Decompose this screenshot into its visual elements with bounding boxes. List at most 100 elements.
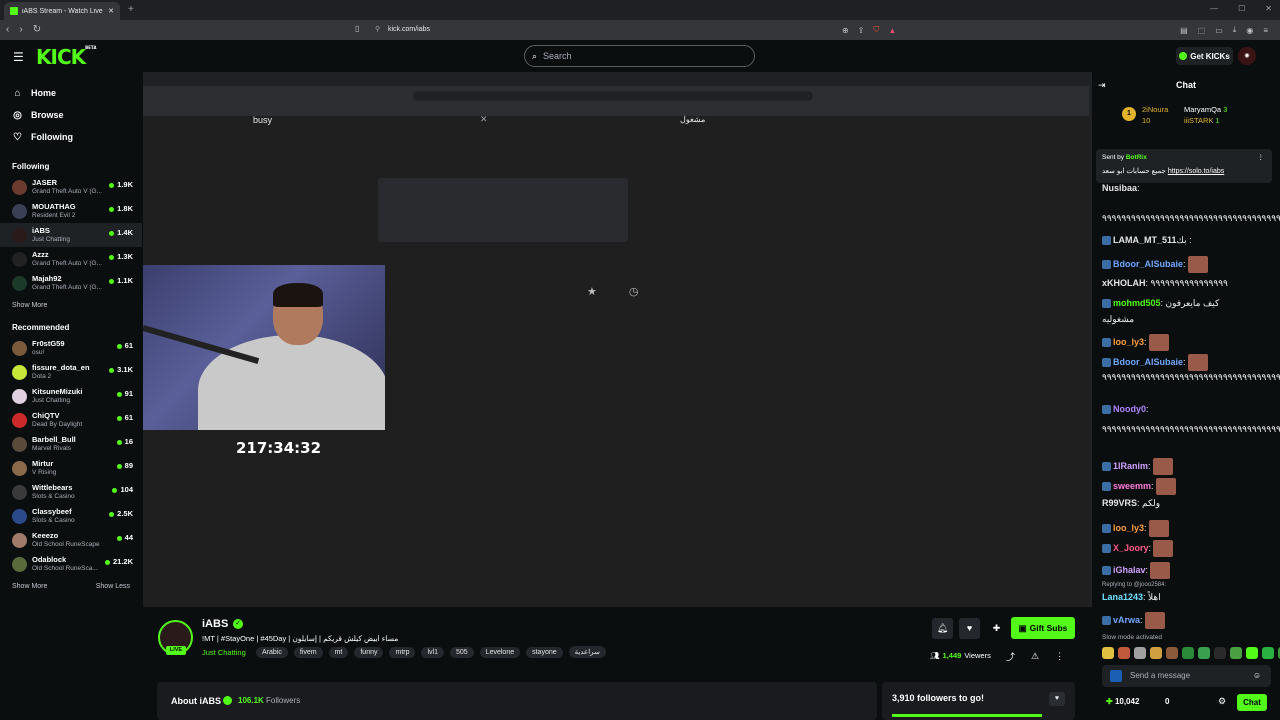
more-options-icon[interactable]: ⋮ — [1055, 651, 1064, 662]
report-icon[interactable]: ⚠ — [1031, 651, 1039, 662]
close-tab-icon[interactable]: ✕ — [108, 7, 114, 15]
emoji-picker-icon[interactable]: ☺ — [1253, 665, 1261, 687]
stream-tag[interactable]: mt — [328, 646, 349, 658]
chat-message[interactable]: ٩٩٩٩٩٩٩٩٩٩٩٩٩٩٩٩٩٩٩٩٩٩٩٩٩٩٩٩٩٩٩٩٩٩٩٩٩٩٩ — [1102, 424, 1280, 435]
chat-message[interactable]: Bdoor_AlSubaie: — [1102, 354, 1208, 371]
sidebar-toggle-icon[interactable]: ▤ — [1180, 26, 1188, 35]
chat-username[interactable]: Lana1243 — [1102, 592, 1143, 602]
send-chat-button[interactable]: Chat — [1237, 694, 1267, 711]
sidebar-channel[interactable]: Azzz Grand Theft Auto V (G... 1.3K — [0, 247, 142, 271]
bookmark-icon[interactable]: ▯ — [355, 24, 359, 33]
sidebar-channel[interactable]: Mirtur V Rising 89 — [0, 456, 142, 480]
chat-message[interactable]: مشغوليه — [1102, 314, 1134, 325]
quick-emote[interactable] — [1150, 647, 1162, 659]
sidebar-channel[interactable]: Keeezo Old School RuneScape 44 — [0, 528, 142, 552]
show-more-recommended[interactable]: Show More — [12, 583, 47, 590]
notification-bell-button[interactable]: 🔔︎ — [932, 618, 953, 639]
share-icon[interactable]: ⤴ — [1006, 650, 1015, 663]
chat-username[interactable]: iGhalav — [1113, 565, 1146, 575]
quick-emote[interactable] — [1262, 647, 1274, 659]
chat-message[interactable]: vArwa: — [1102, 612, 1165, 629]
new-tab-button[interactable]: + — [128, 4, 134, 15]
chat-username[interactable]: Nusibaa — [1102, 183, 1137, 193]
sidebar-channel[interactable]: MOUATHAG Resident Evil 2 1.8K — [0, 199, 142, 223]
stream-tag[interactable]: Arabic — [256, 646, 288, 658]
chat-username[interactable]: sweemm — [1113, 481, 1151, 491]
quick-emote[interactable] — [1214, 647, 1226, 659]
sidebar-channel[interactable]: fissure_dota_en Dota 2 3.1K — [0, 360, 142, 384]
chat-message[interactable]: X_Joory: — [1102, 540, 1174, 557]
quick-emote[interactable] — [1134, 647, 1146, 659]
show-less-recommended[interactable]: Show Less — [96, 583, 130, 590]
sidebar-channel[interactable]: Classybeef Slots & Casino 2.5K — [0, 504, 142, 528]
profile-icon[interactable]: ◉ — [1246, 26, 1253, 35]
menu-icon[interactable]: ≡ — [1263, 26, 1268, 35]
chat-message[interactable]: ٩٩٩٩٩٩٩٩٩٩٩٩٩٩٩٩٩٩٩٩٩٩٩٩٩٩٩٩٩٩٩٩٩٩٩٩٩٩٩٩ — [1102, 213, 1280, 224]
sidebar-channel[interactable]: ChiQTV Dead By Daylight 61 — [0, 408, 142, 432]
stream-category[interactable]: Just Chatting — [202, 648, 246, 657]
chat-settings-icon[interactable]: ⚙ — [1218, 696, 1226, 707]
brave-shield-icon[interactable]: ⛉ — [873, 25, 879, 35]
stream-tag[interactable]: funny — [354, 646, 384, 658]
stream-tag[interactable]: lvl1 — [421, 646, 444, 658]
gift-subs-button[interactable]: ▣ Gift Subs — [1011, 617, 1075, 639]
sidebar-channel[interactable]: Barbell_Bull Marvel Rivals 16 — [0, 432, 142, 456]
chat-username[interactable]: LAMA_MT_511 — [1113, 235, 1177, 245]
sidebar-channel[interactable]: Fr0stG59 osu! 61 — [0, 336, 142, 360]
streamer-name[interactable]: iABS — [202, 618, 228, 630]
nav-browse[interactable]: ◎ Browse — [12, 104, 142, 126]
stream-tag[interactable]: mtrp — [389, 646, 416, 658]
nav-following[interactable]: ♡ Following — [12, 126, 142, 148]
quick-emote[interactable] — [1102, 647, 1114, 659]
chat-username[interactable]: 1lRanim — [1113, 461, 1148, 471]
chat-message[interactable]: loo_ly3: — [1102, 334, 1169, 351]
pinned-link[interactable]: https://solo.to/iabs — [1168, 168, 1224, 175]
chat-username[interactable]: R99VRS — [1102, 498, 1137, 508]
gift-button[interactable]: ✚ — [986, 618, 1007, 639]
stream-tag[interactable]: Levelone — [479, 646, 521, 658]
kicks-balance[interactable]: ✚ 10,042 — [1106, 697, 1139, 706]
rewards-icon[interactable]: ▲ — [888, 26, 896, 35]
extensions-icon[interactable]: ⬚ — [1198, 26, 1206, 35]
quick-emote[interactable] — [1166, 647, 1178, 659]
chat-message[interactable]: xKHOLAH: ٩٩٩٩٩٩٩٩٩٩٩٩٩٩٩٩ — [1102, 278, 1228, 289]
quick-emote[interactable] — [1182, 647, 1194, 659]
sidebar-channel[interactable]: Majah92 Grand Theft Auto V (G... 1.1K — [0, 271, 142, 295]
search-input[interactable]: ⌕ Search — [524, 45, 755, 67]
chat-message[interactable]: Noody0: — [1102, 404, 1149, 415]
chat-message[interactable]: LAMA_MT_511بك : — [1102, 235, 1192, 246]
maximize-icon[interactable]: ☐ — [1238, 4, 1245, 13]
chat-message-input[interactable]: Send a message ☺ — [1102, 665, 1271, 687]
stream-tag[interactable]: stayone — [526, 646, 563, 658]
forward-icon[interactable]: › — [19, 24, 22, 35]
quick-emote[interactable] — [1198, 647, 1210, 659]
chat-message[interactable]: ٩٩٩٩٩٩٩٩٩٩٩٩٩٩٩٩٩٩٩٩٩٩٩٩٩٩٩٩٩٩٩٩٩٩٩٩٩٩٩ — [1102, 372, 1280, 383]
chat-message[interactable]: 1lRanim: — [1102, 458, 1173, 475]
goal-heart-icon[interactable]: ♥ — [1049, 692, 1065, 706]
stream-tag[interactable]: سراعدية — [568, 646, 606, 658]
hamburger-menu-icon[interactable]: ☰ — [13, 50, 24, 64]
close-window-icon[interactable]: ✕ — [1265, 4, 1272, 13]
chat-message[interactable]: loo_ly3: — [1102, 520, 1169, 537]
chat-username[interactable]: Bdoor_AlSubaie — [1113, 357, 1183, 367]
chat-message[interactable]: Bdoor_AlSubaie: — [1102, 256, 1208, 273]
chat-message[interactable]: Nusibaa: — [1102, 183, 1140, 193]
chat-message[interactable]: R99VRS: ولكم — [1102, 498, 1160, 509]
chat-message[interactable]: mohmd505: كيف مايعرفون — [1102, 298, 1219, 309]
zoom-icon[interactable]: ⊕ — [842, 26, 849, 35]
pin-icon[interactable]: ⋮ — [1258, 153, 1265, 161]
sidebar-channel[interactable]: Wittlebears Slots & Casino 104 — [0, 480, 142, 504]
url-field[interactable]: ⚲ kick.com/iabs — [370, 23, 910, 37]
chat-username[interactable]: X_Joory — [1113, 543, 1149, 553]
downloads-icon[interactable]: ⤓ — [1233, 25, 1237, 35]
show-more-following[interactable]: Show More — [12, 302, 47, 309]
stream-tag[interactable]: 505 — [450, 646, 474, 658]
minimize-icon[interactable]: — — [1210, 4, 1218, 13]
chat-username[interactable]: loo_ly3 — [1113, 337, 1144, 347]
chat-username[interactable]: loo_ly3 — [1113, 523, 1144, 533]
back-icon[interactable]: ‹ — [6, 24, 9, 35]
user-avatar[interactable]: ◉ — [1238, 47, 1256, 65]
sidebar-channel[interactable]: iABS Just Chatting 1.4K — [0, 223, 142, 247]
quick-emote[interactable] — [1230, 647, 1242, 659]
nav-home[interactable]: ⌂ Home — [12, 82, 142, 104]
